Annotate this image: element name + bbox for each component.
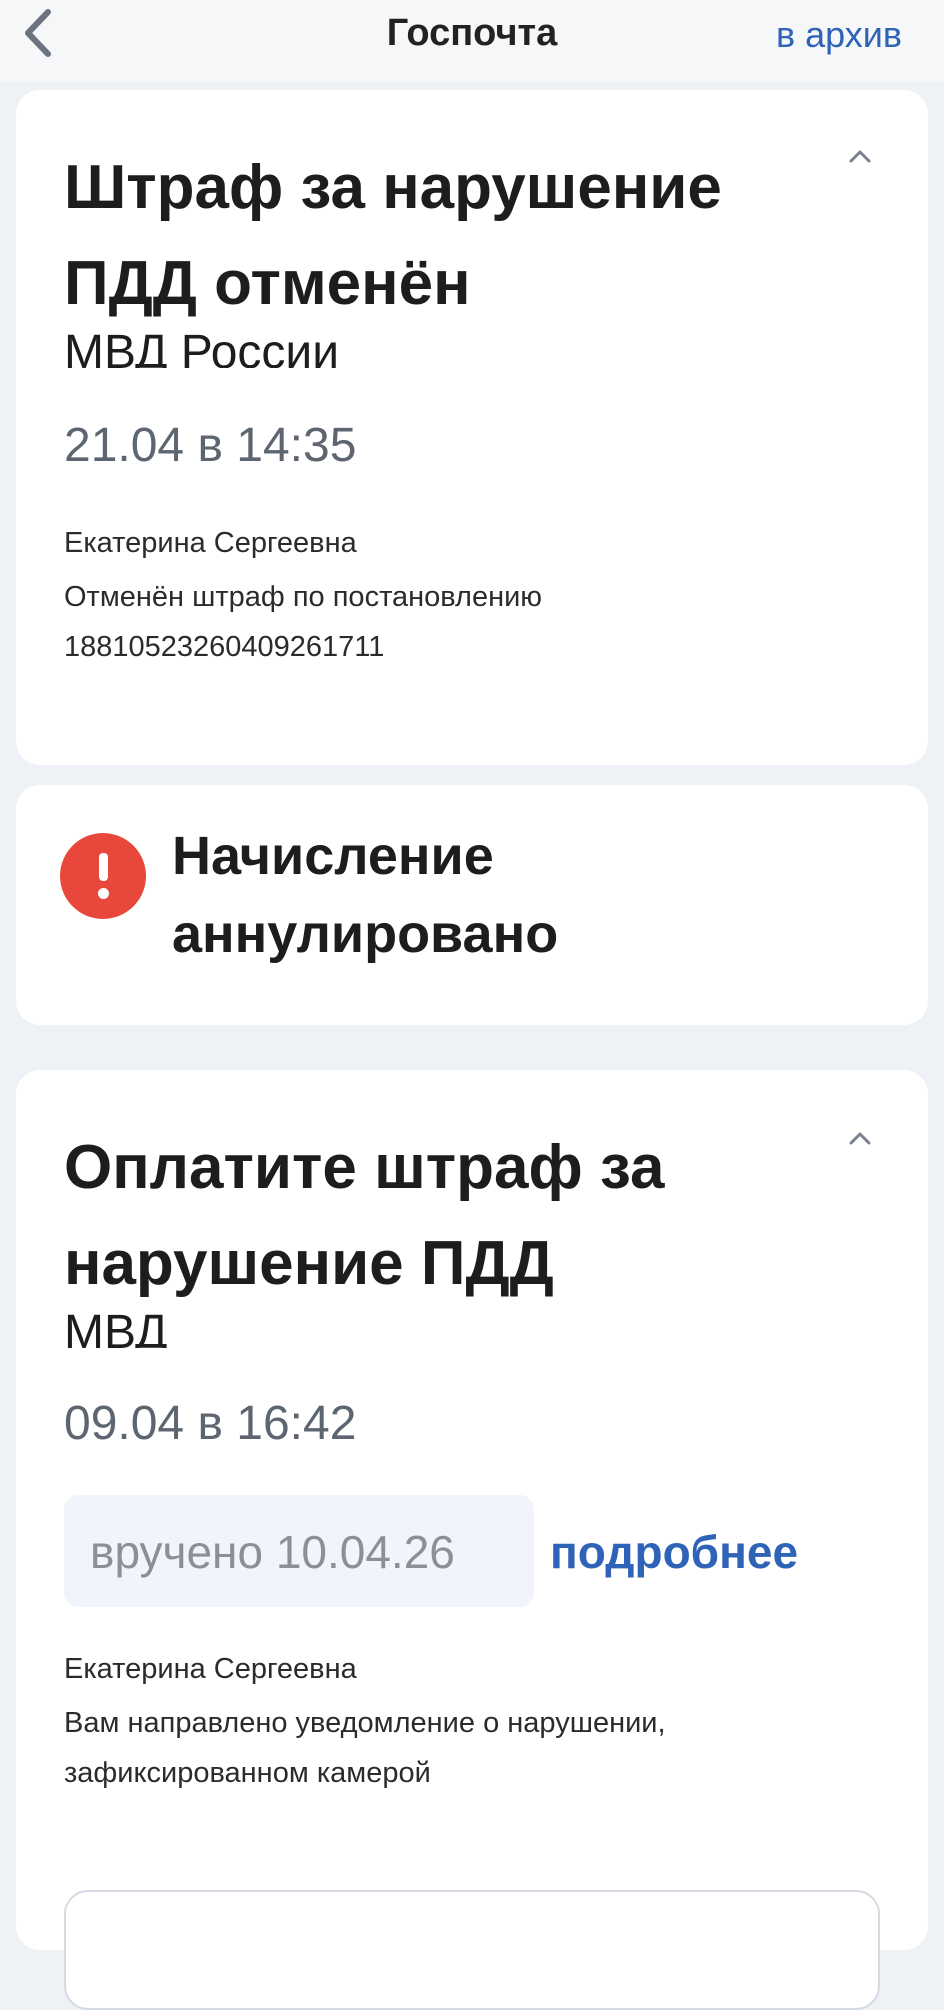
message-title: Штраф за нарушение ПДД отменён [64, 153, 722, 318]
message-card-pay-fine[interactable]: Оплатите штраф за нарушение ПДД МВД 09.0… [16, 1070, 928, 2010]
details-link[interactable]: подробнее [550, 1525, 798, 1579]
message-body: Отменён штраф по постановлению 188105232… [64, 581, 543, 663]
message-title: Оплатите штраф за нарушение ПДД [64, 1133, 665, 1298]
message-body: Вам направлено уведомление о нарушении, … [64, 1707, 666, 1789]
message-datetime: 09.04 в 16:42 [64, 1397, 357, 1450]
message-sender: МВД [64, 1308, 168, 1348]
action-button[interactable] [64, 1890, 880, 2010]
delivered-text: вручено 10.04.26 [90, 1526, 455, 1578]
alert-icon [60, 833, 146, 919]
archive-button[interactable]: в архив [776, 14, 902, 56]
chevron-up-icon[interactable] [840, 136, 880, 176]
status-text: Начисление аннулировано [172, 826, 559, 964]
delivered-badge: вручено 10.04.26 [64, 1495, 534, 1607]
status-card: Начисление аннулировано [16, 785, 928, 1025]
message-datetime: 21.04 в 14:35 [64, 419, 357, 472]
message-recipient: Екатерина Сергеевна [64, 527, 357, 559]
message-card-fine-cancelled[interactable]: Штраф за нарушение ПДД отменён МВД Росси… [16, 90, 928, 765]
chevron-up-icon[interactable] [840, 1118, 880, 1158]
message-sender: МВД России [64, 328, 340, 368]
message-recipient: Екатерина Сергеевна [64, 1653, 357, 1685]
top-bar: Госпочта в архив [0, 0, 944, 82]
